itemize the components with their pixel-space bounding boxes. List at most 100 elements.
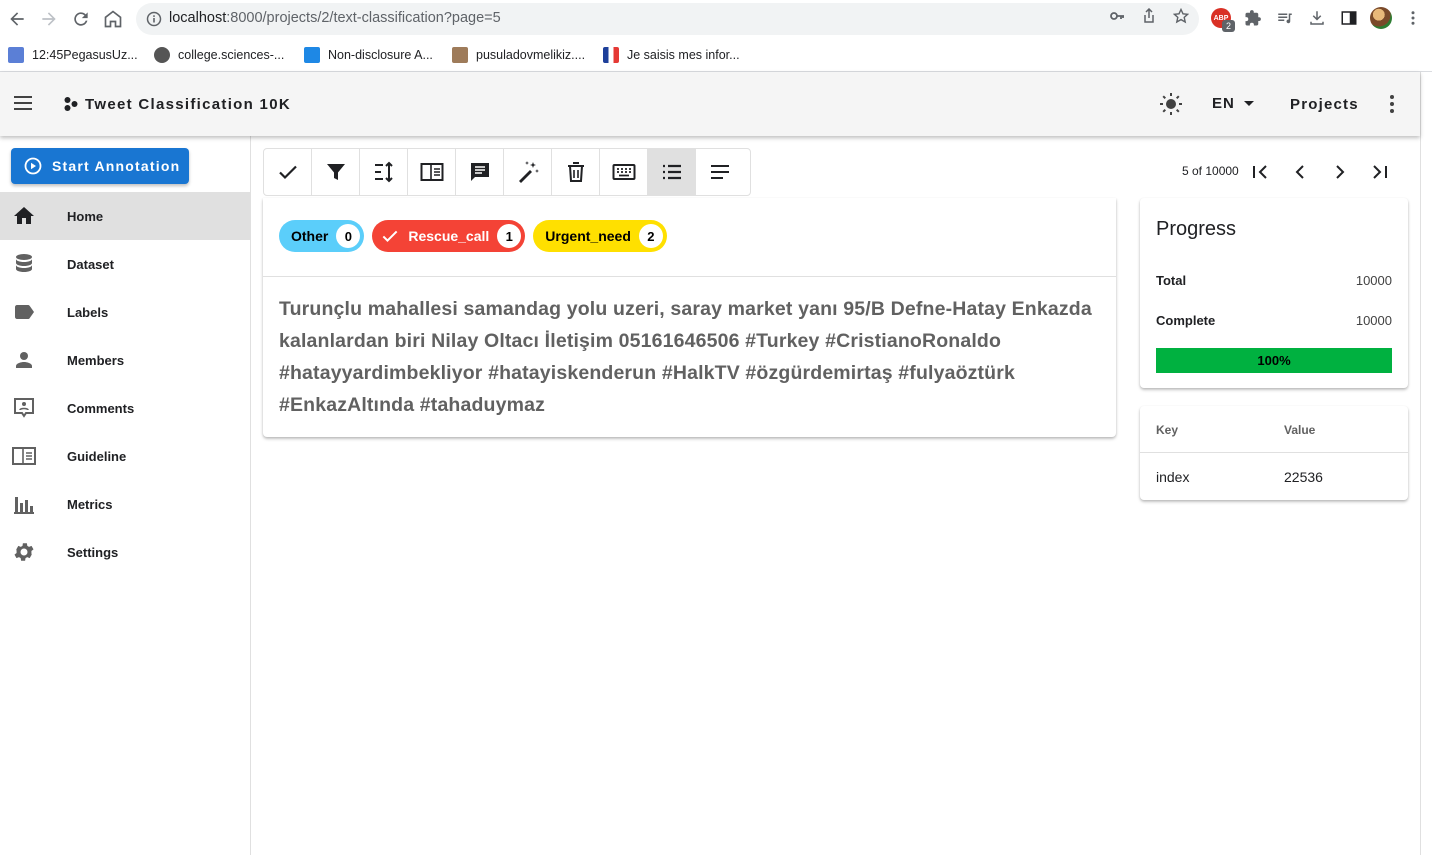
reload-icon[interactable] bbox=[70, 8, 92, 30]
divider bbox=[263, 276, 1116, 277]
progress-percent: 100% bbox=[1257, 353, 1291, 368]
guideline-button[interactable] bbox=[408, 149, 456, 195]
sidebar-item-members[interactable]: Members bbox=[0, 336, 250, 384]
sidebar: Start Annotation Home Dataset Labels Mem… bbox=[0, 136, 251, 855]
label-chips: Other 0 Rescue_call 1 Urgent_need 2 bbox=[279, 220, 675, 252]
app-bar: Tweet Classification 10K EN Projects bbox=[0, 72, 1420, 136]
auto-labeling-button[interactable] bbox=[504, 149, 552, 195]
forward-icon[interactable] bbox=[38, 8, 60, 30]
sidebar-item-comments[interactable]: Comments bbox=[0, 384, 250, 432]
keyboard-icon bbox=[612, 164, 635, 180]
bookmark-item[interactable]: pusuladovmelikiz.... bbox=[452, 47, 585, 63]
label-chip-other[interactable]: Other 0 bbox=[279, 220, 365, 252]
key-column-header: Key bbox=[1156, 423, 1179, 437]
auto-label-icon bbox=[518, 161, 539, 183]
media-queue-icon[interactable] bbox=[1275, 8, 1295, 28]
project-logo-icon bbox=[64, 97, 78, 111]
download-icon[interactable] bbox=[1307, 8, 1327, 28]
key-icon[interactable] bbox=[1109, 8, 1125, 24]
sidebar-item-label: Guideline bbox=[67, 448, 127, 464]
label-chip-urgent-need[interactable]: Urgent_need 2 bbox=[533, 220, 667, 252]
database-icon bbox=[16, 254, 32, 272]
sidebar-item-labels[interactable]: Labels bbox=[0, 288, 250, 336]
list-view-icon bbox=[662, 164, 681, 180]
total-value: 10000 bbox=[1355, 273, 1392, 288]
extensions-puzzle-icon[interactable] bbox=[1243, 8, 1263, 28]
theme-toggle-icon[interactable] bbox=[1159, 92, 1183, 116]
account-icon bbox=[16, 352, 32, 368]
sort-icon bbox=[374, 161, 393, 183]
value-column-header: Value bbox=[1284, 423, 1316, 437]
last-page-icon[interactable] bbox=[1368, 160, 1392, 184]
site-thumbnail-icon bbox=[452, 47, 468, 63]
home-page-icon[interactable] bbox=[102, 8, 124, 30]
label-shortcut-key: 2 bbox=[638, 224, 663, 248]
sidebar-item-dataset[interactable]: Dataset bbox=[0, 240, 250, 288]
comment-icon bbox=[14, 398, 34, 418]
keyboard-shortcuts-button[interactable] bbox=[600, 149, 648, 195]
document-text: Turunçlu mahallesi samandag yolu uzeri, … bbox=[279, 298, 1092, 416]
check-icon bbox=[278, 165, 297, 180]
sort-button[interactable] bbox=[360, 149, 408, 195]
projects-button[interactable]: Projects bbox=[1290, 96, 1359, 113]
mail-icon bbox=[8, 47, 24, 63]
side-panel-icon[interactable] bbox=[1339, 8, 1359, 28]
book-icon bbox=[12, 447, 36, 465]
previous-page-icon[interactable] bbox=[1288, 160, 1312, 184]
bookmark-star-icon[interactable] bbox=[1173, 8, 1189, 24]
bookmark-item[interactable]: Je saisis mes infor... bbox=[603, 47, 740, 63]
approve-button[interactable] bbox=[264, 149, 312, 195]
annotation-card: Other 0 Rescue_call 1 Urgent_need 2 Turu… bbox=[263, 198, 1116, 437]
french-flag-icon bbox=[603, 47, 619, 63]
text-view-icon bbox=[711, 165, 729, 179]
sidebar-item-settings[interactable]: Settings bbox=[0, 528, 250, 576]
next-page-icon[interactable] bbox=[1328, 160, 1352, 184]
metadata-value-cell: 22536 bbox=[1284, 469, 1323, 485]
language-selector[interactable]: EN bbox=[1212, 95, 1254, 112]
sidebar-item-label: Dataset bbox=[67, 256, 114, 272]
bookmark-item[interactable]: college.sciences-... bbox=[154, 47, 284, 63]
annotation-toolbar bbox=[263, 148, 751, 196]
profile-avatar[interactable] bbox=[1370, 7, 1392, 29]
gear-icon bbox=[14, 543, 34, 561]
share-icon[interactable] bbox=[1141, 8, 1157, 24]
sidebar-item-metrics[interactable]: Metrics bbox=[0, 480, 250, 528]
language-label: EN bbox=[1212, 95, 1235, 112]
bookmark-item[interactable]: 12:45PegasusUz... bbox=[8, 47, 138, 63]
label-chip-rescue-call[interactable]: Rescue_call 1 bbox=[372, 220, 526, 252]
menu-icon[interactable] bbox=[13, 93, 33, 113]
more-options-icon[interactable] bbox=[1382, 92, 1402, 116]
sidebar-item-guideline[interactable]: Guideline bbox=[0, 432, 250, 480]
progress-card: Progress Total 10000 Complete 10000 100% bbox=[1140, 198, 1408, 388]
url-text: localhost:8000/projects/2/text-classific… bbox=[169, 10, 501, 26]
back-icon[interactable] bbox=[6, 8, 28, 30]
browser-menu-icon[interactable] bbox=[1403, 8, 1423, 28]
comment-button[interactable] bbox=[456, 149, 504, 195]
chevron-down-icon bbox=[1243, 101, 1254, 106]
clear-annotations-button[interactable] bbox=[552, 149, 600, 195]
metadata-table: Key Value index 22536 bbox=[1140, 406, 1408, 500]
label-name: Urgent_need bbox=[545, 228, 631, 244]
first-page-icon[interactable] bbox=[1248, 160, 1272, 184]
metadata-key-cell: index bbox=[1156, 469, 1190, 485]
list-view-button[interactable] bbox=[648, 149, 696, 195]
start-annotation-button[interactable]: Start Annotation bbox=[11, 148, 189, 184]
window-edge bbox=[1420, 72, 1432, 855]
text-view-button[interactable] bbox=[696, 149, 744, 195]
filter-button[interactable] bbox=[312, 149, 360, 195]
bookmark-item[interactable]: Non-disclosure A... bbox=[304, 47, 433, 63]
sidebar-item-label: Settings bbox=[67, 544, 119, 560]
sidebar-item-label: Home bbox=[67, 208, 104, 224]
site-info-icon[interactable] bbox=[146, 11, 162, 27]
docusign-icon bbox=[304, 47, 320, 63]
home-icon bbox=[14, 207, 34, 224]
project-title[interactable]: Tweet Classification 10K bbox=[85, 96, 291, 113]
sidebar-item-label: Members bbox=[67, 352, 125, 368]
comment-icon bbox=[470, 163, 489, 181]
sidebar-item-home[interactable]: Home bbox=[0, 192, 250, 240]
filter-icon bbox=[326, 164, 345, 180]
check-icon bbox=[382, 230, 398, 242]
total-label: Total bbox=[1156, 273, 1187, 288]
globe-icon bbox=[154, 47, 170, 63]
address-bar[interactable]: localhost:8000/projects/2/text-classific… bbox=[136, 3, 1199, 35]
